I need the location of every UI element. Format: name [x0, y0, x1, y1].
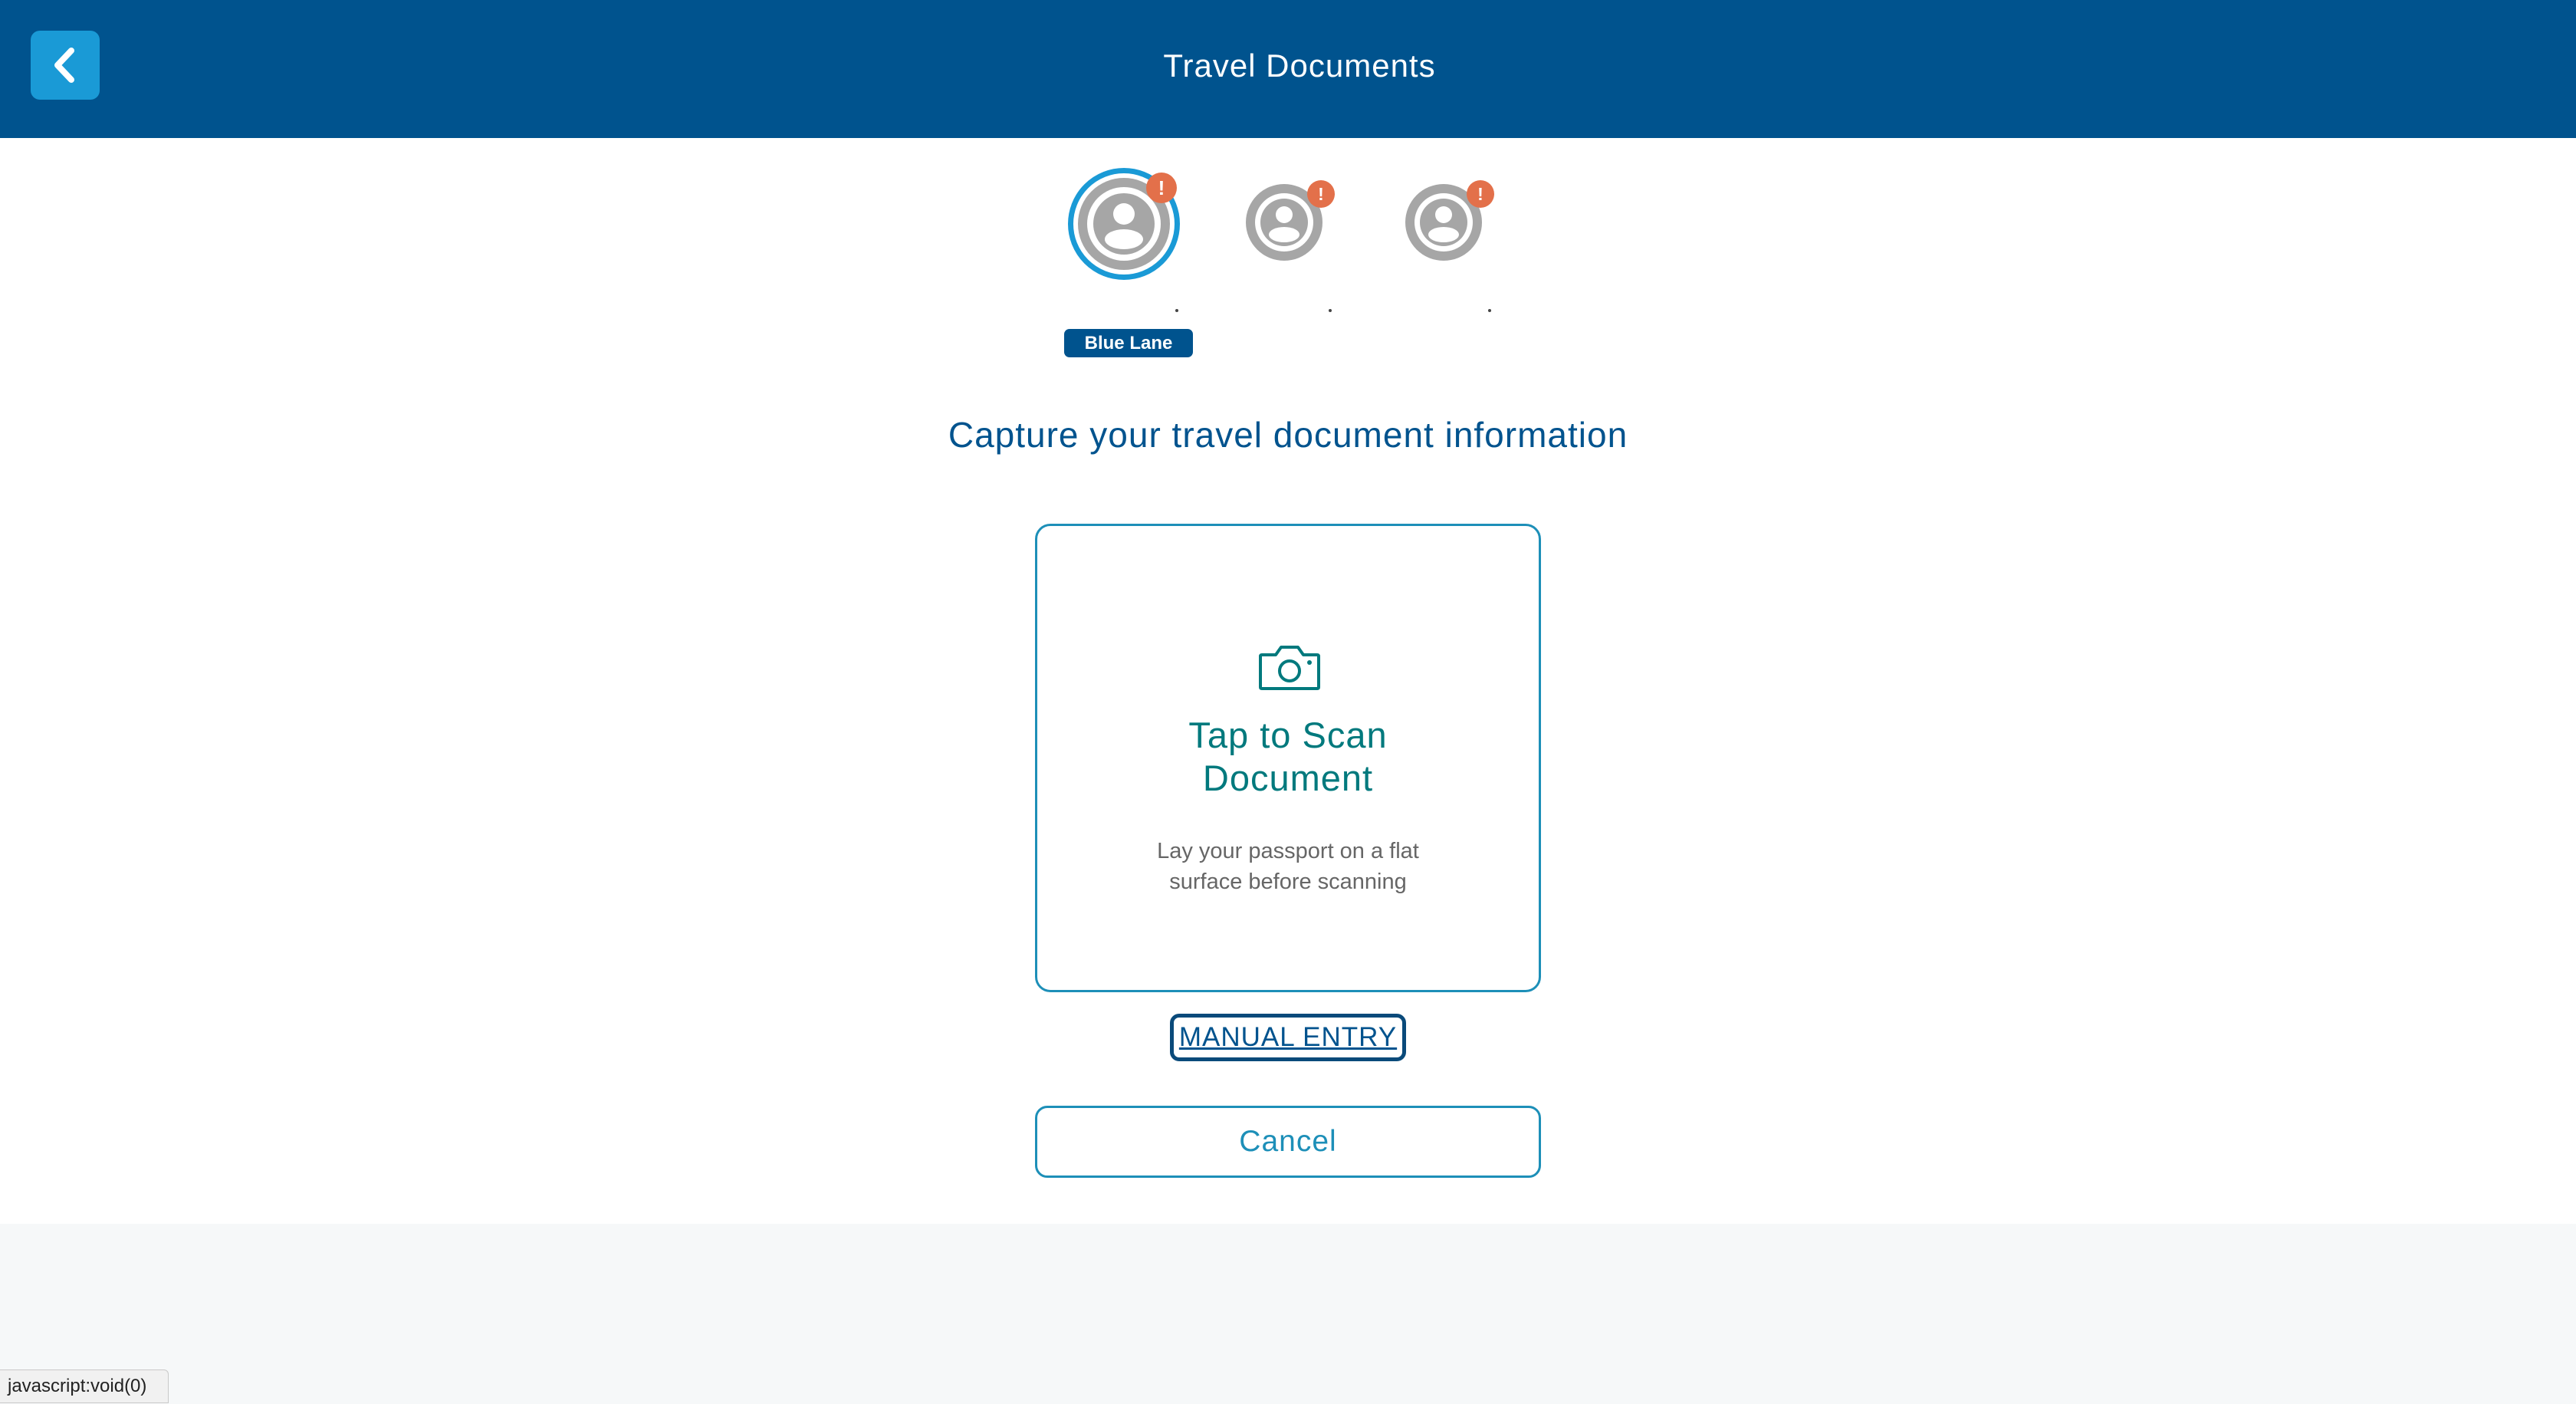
scan-hint: Lay your passport on a flat surface befo…	[1157, 839, 1419, 894]
camera-icon	[1259, 646, 1320, 690]
scan-document-card[interactable]: Tap to Scan Document Lay your passport o…	[1035, 524, 1541, 992]
traveler-name-dot	[1329, 309, 1332, 312]
traveler-avatar-3[interactable]: !	[1405, 180, 1497, 312]
alert-badge: !	[1307, 180, 1335, 208]
alert-badge: !	[1467, 180, 1494, 208]
traveler-name-dot	[1488, 309, 1491, 312]
traveler-avatar-1[interactable]: !	[1068, 168, 1191, 312]
traveler-avatar-2[interactable]: !	[1246, 180, 1338, 312]
blue-lane-badge: Blue Lane	[1064, 329, 1193, 357]
scan-title: Tap to Scan Document	[1188, 715, 1388, 798]
manual-entry-link[interactable]: MANUAL ENTRY	[1170, 1014, 1406, 1061]
cancel-button[interactable]: Cancel	[1035, 1106, 1541, 1178]
alert-badge: !	[1146, 173, 1177, 203]
status-bar-url: javascript:void(0)	[0, 1369, 169, 1403]
top-bar: Travel Documents	[0, 0, 2576, 138]
section-heading: Capture your travel document information	[948, 415, 1628, 455]
traveler-name-dot	[1175, 309, 1178, 312]
main-content: ! ! ! Blue Lane Capture your travel docu…	[0, 138, 2576, 1224]
page-title: Travel Documents	[1163, 48, 1436, 84]
